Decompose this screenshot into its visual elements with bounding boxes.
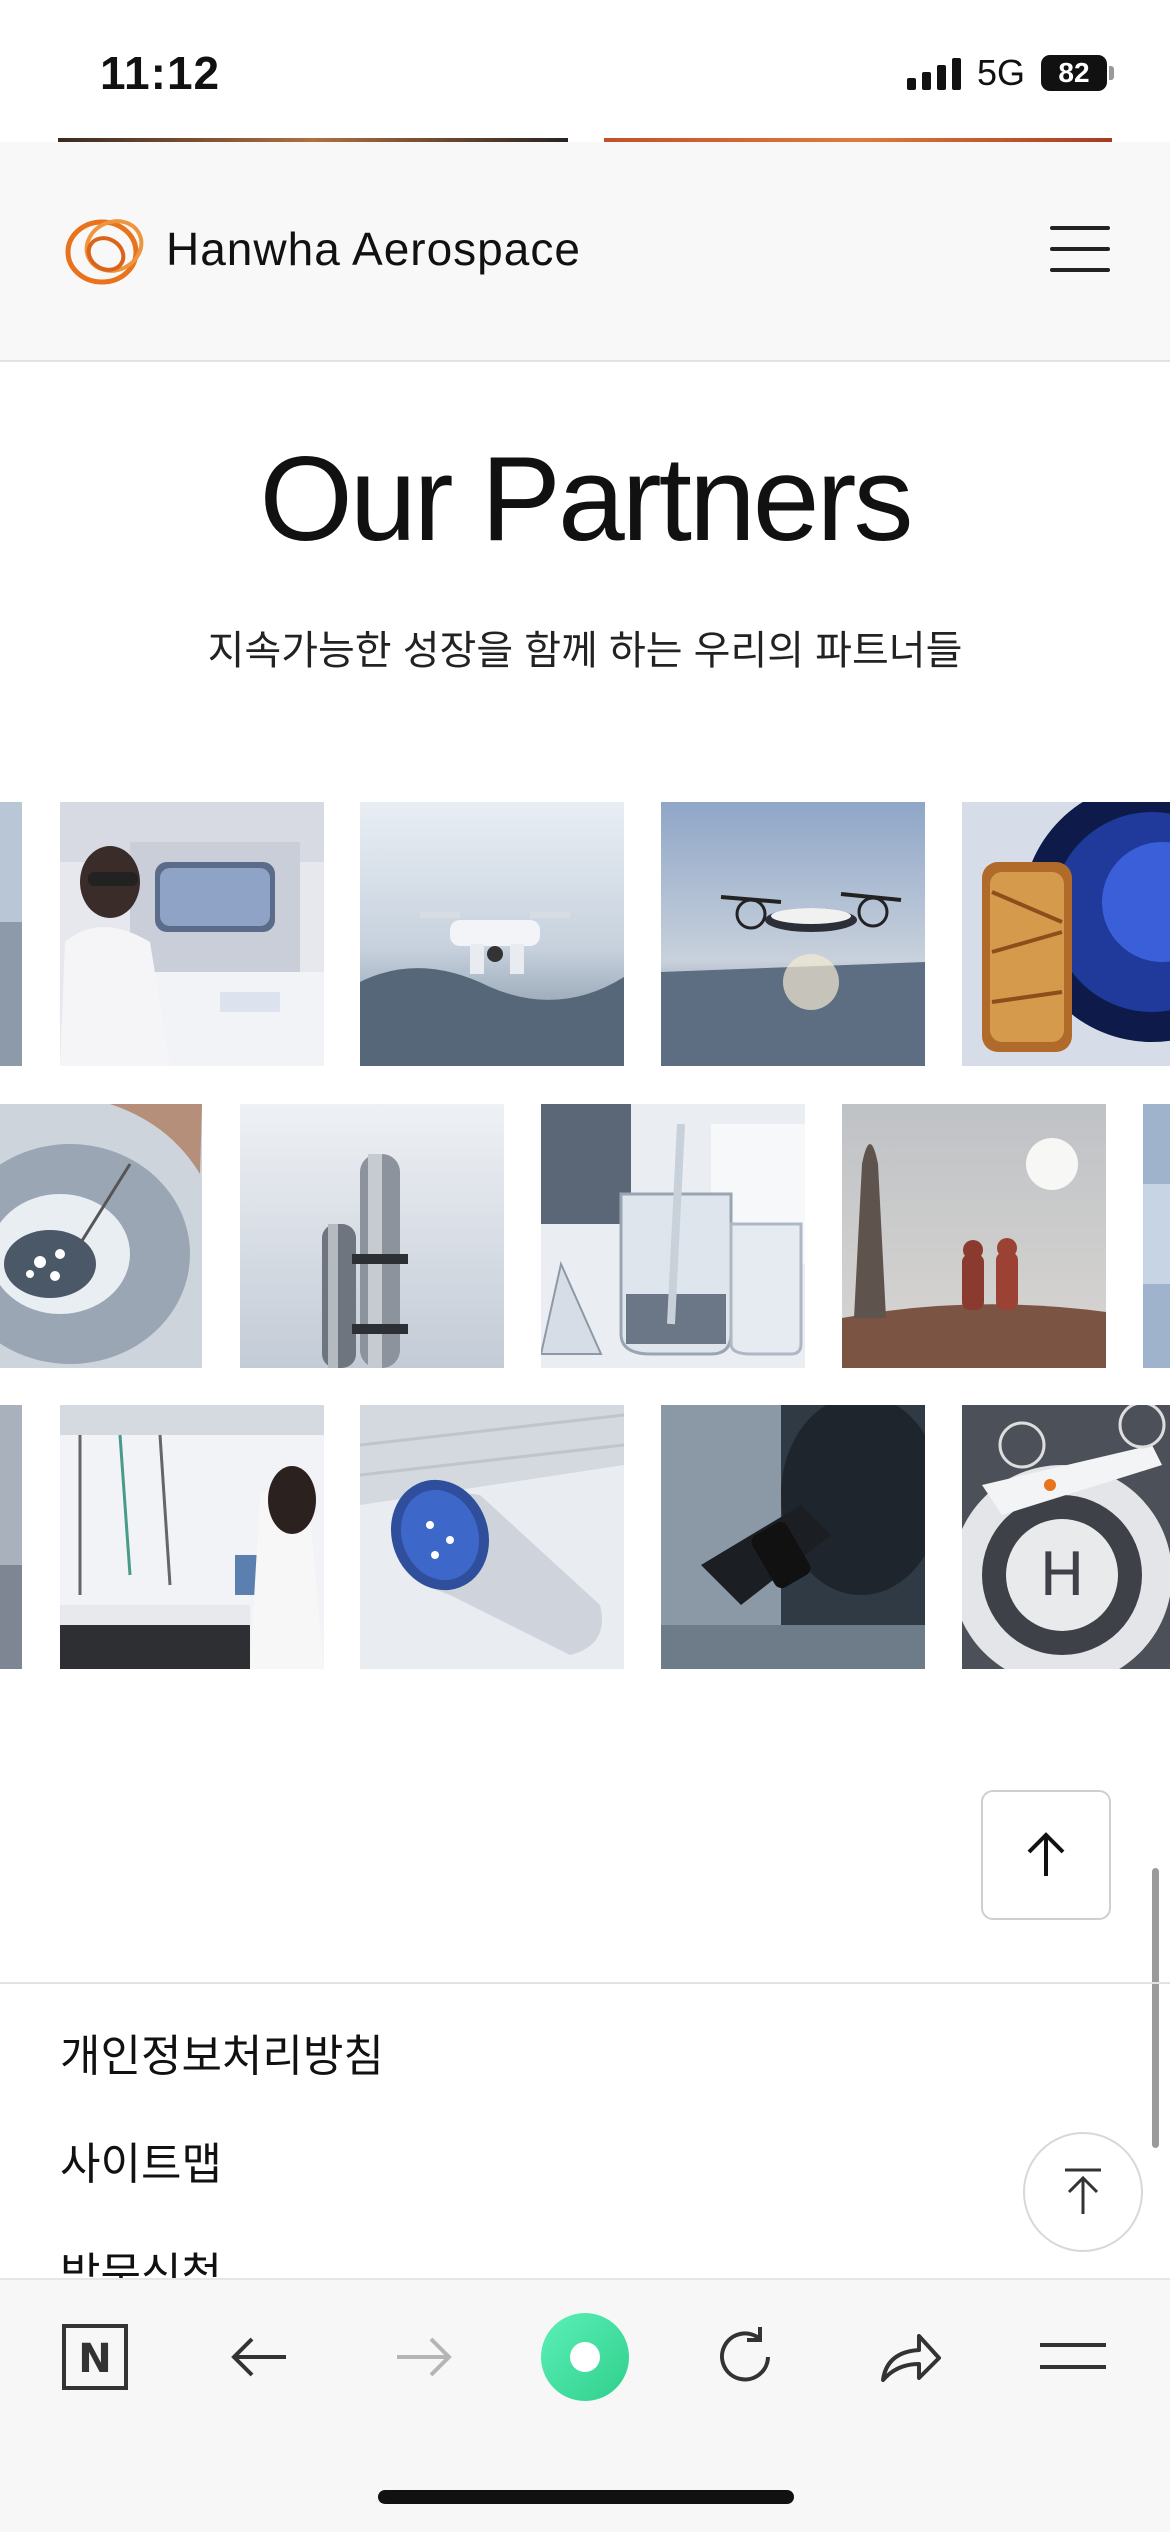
partner-image-satellite-part — [962, 802, 1170, 1066]
gallery-edge-tile — [0, 802, 22, 1066]
partner-image-microscope — [661, 1405, 925, 1669]
section-title: Our Partners — [259, 432, 914, 566]
back-arrow-icon — [231, 2337, 286, 2377]
partner-image-drone — [360, 802, 624, 1066]
svg-text:N: N — [78, 2336, 111, 2382]
status-bar: 11:12 5G 82 — [0, 0, 1170, 140]
footer-link-sitemap[interactable]: 사이트맵 — [60, 2128, 222, 2192]
home-indicator[interactable] — [378, 2490, 794, 2504]
share-icon — [881, 2334, 941, 2382]
partner-image-fuel-tanks — [240, 1104, 504, 1368]
naver-home-button[interactable]: N — [50, 2312, 140, 2402]
footer-divider — [0, 1982, 1170, 1984]
section-subtitle: 지속가능한 성장을 함께 하는 우리의 파트너들 — [207, 629, 963, 673]
partner-image-air-taxi — [661, 802, 925, 1066]
menu-line — [1050, 247, 1110, 251]
scroll-indicator — [1152, 1868, 1159, 2148]
reload-button[interactable] — [700, 2312, 790, 2402]
partner-image-scientist — [60, 802, 324, 1066]
forward-arrow-icon — [397, 2337, 452, 2377]
brand-name: Hanwha Aerospace — [166, 223, 581, 275]
svg-text:H: H — [1039, 1540, 1084, 1610]
green-dot-icon — [541, 2313, 629, 2401]
share-button[interactable] — [865, 2312, 955, 2402]
network-type: 5G — [976, 52, 1025, 93]
menu-icon — [1040, 2343, 1106, 2369]
forward-button[interactable] — [378, 2312, 468, 2402]
partner-image-jet-engine — [360, 1405, 624, 1669]
partner-image-petri-dish — [0, 1104, 202, 1368]
floating-top-button[interactable] — [1023, 2132, 1143, 2252]
hanwha-logo[interactable]: Hanwha Aerospace — [62, 206, 581, 292]
menu-line — [1050, 226, 1110, 230]
hamburger-menu-button[interactable] — [1050, 226, 1110, 272]
status-time: 11:12 — [100, 47, 221, 99]
reload-icon — [720, 2327, 770, 2382]
battery-level: 82 — [1041, 55, 1107, 91]
back-button[interactable] — [215, 2312, 305, 2402]
partner-image-evtol-pad: H — [962, 1405, 1170, 1669]
browser-menu-button[interactable] — [1028, 2312, 1118, 2402]
footer-link-privacy-policy[interactable]: 개인정보처리방침 — [60, 2020, 384, 2084]
naver-n-icon: N — [62, 2324, 128, 2390]
status-icons: 5G 82 — [906, 52, 1114, 94]
partner-image-glassware — [541, 1104, 805, 1368]
partner-image-mars-astronauts — [842, 1104, 1106, 1368]
battery-tip — [1109, 66, 1114, 80]
green-dot-button[interactable] — [540, 2312, 630, 2402]
battery-icon: 82 — [1041, 55, 1114, 91]
gallery-edge-tile — [0, 1405, 22, 1669]
partner-image-lab-technician — [60, 1405, 324, 1669]
hanwha-flame-logo-icon — [65, 219, 144, 285]
menu-line — [1050, 268, 1110, 272]
cellular-signal-icon — [906, 56, 961, 90]
gallery-edge-tile — [1143, 1104, 1170, 1368]
site-header: Hanwha Aerospace — [0, 142, 1170, 362]
scroll-to-top-button[interactable] — [981, 1790, 1111, 1920]
arrow-to-top-icon — [1065, 2168, 1101, 2214]
arrow-up-icon — [1027, 1832, 1065, 1876]
